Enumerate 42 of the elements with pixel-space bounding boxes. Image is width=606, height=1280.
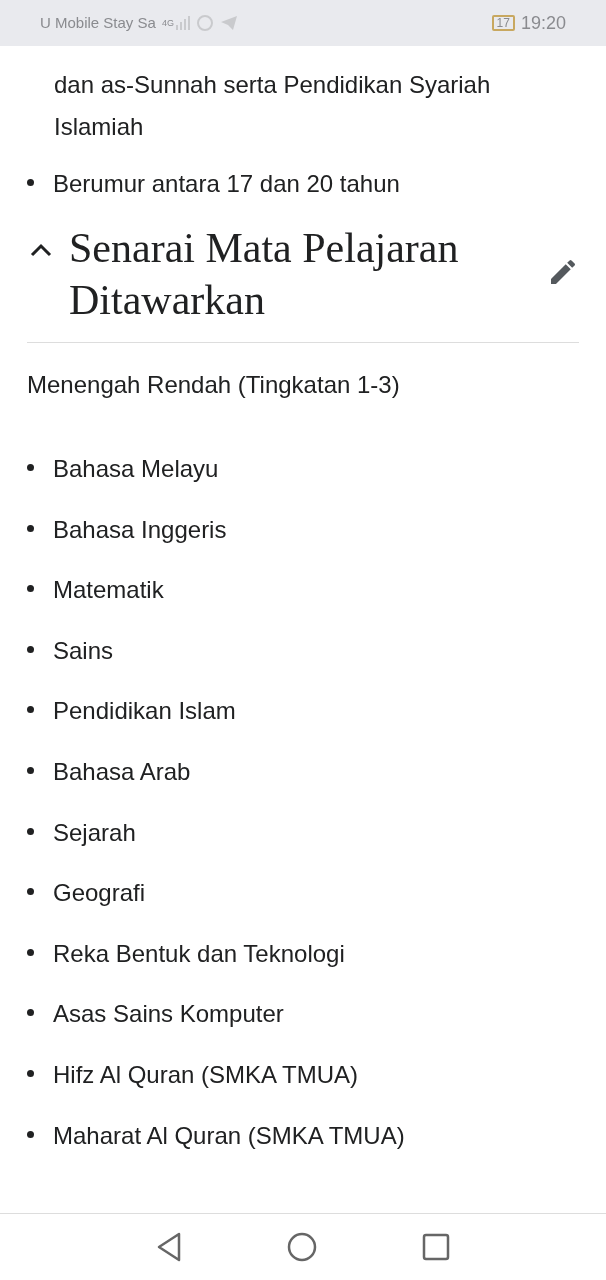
back-button[interactable]	[156, 1232, 182, 1262]
network-text: 4G	[161, 18, 174, 28]
list-item-text: Berumur antara 17 dan 20 tahun	[53, 169, 400, 199]
chevron-up-icon	[30, 243, 52, 257]
section-heading: Senarai Mata Pelajaran Ditawarkan	[69, 224, 460, 325]
subheading-text: Menengah Rendah (Tingkatan 1-3)	[27, 370, 401, 400]
list-item-text: Sejarah	[53, 817, 136, 848]
bullet-icon	[27, 1069, 34, 1077]
bullet-icon	[27, 766, 34, 774]
signal-icon	[175, 16, 190, 30]
list-item-text: Sains	[53, 635, 114, 666]
list-item-text: Matematik	[53, 575, 164, 606]
battery-level: 17	[491, 15, 515, 31]
carrier-text: U Mobile Stay Sa	[40, 12, 156, 33]
bullet-icon	[27, 1009, 34, 1017]
bullet-icon	[27, 888, 34, 896]
list-item-text: Geografi	[53, 878, 146, 909]
bullet-icon	[27, 827, 34, 835]
list-item-text: Reka Bentuk dan Teknologi	[53, 938, 345, 969]
list-item-text: Bahasa Melayu	[53, 454, 219, 484]
bullet-icon	[27, 464, 34, 471]
bullet-icon	[27, 524, 34, 532]
list-item-text: dan as-Sunnah serta Pendidikan Syariah Islamiah	[53, 70, 492, 142]
bullet-icon	[27, 706, 34, 714]
paper-plane-icon	[219, 15, 238, 31]
list-item-text: Bahasa Inggeris	[53, 514, 227, 545]
list-item-text: Bahasa Arab	[53, 756, 191, 787]
home-button[interactable]	[287, 1232, 317, 1262]
bullet-icon	[27, 645, 34, 653]
bullet-icon	[27, 585, 34, 593]
list-item-text: Asas Sains Komputer	[53, 999, 284, 1030]
list-item-text: Maharat Al Quran (SMKA TMUA)	[53, 1120, 405, 1151]
bullet-icon	[27, 1130, 34, 1138]
bullet-icon	[27, 179, 34, 186]
list-item-text: Pendidikan Islam	[53, 696, 236, 727]
clock-text: 19:20	[520, 11, 566, 35]
recents-square-icon	[422, 1233, 450, 1261]
home-circle-icon	[287, 1232, 317, 1262]
list-item-text: Hifz Al Quran (SMKA TMUA)	[53, 1059, 358, 1090]
bullet-icon	[27, 948, 34, 956]
back-triangle-icon	[156, 1232, 182, 1262]
recents-button[interactable]	[422, 1233, 450, 1261]
